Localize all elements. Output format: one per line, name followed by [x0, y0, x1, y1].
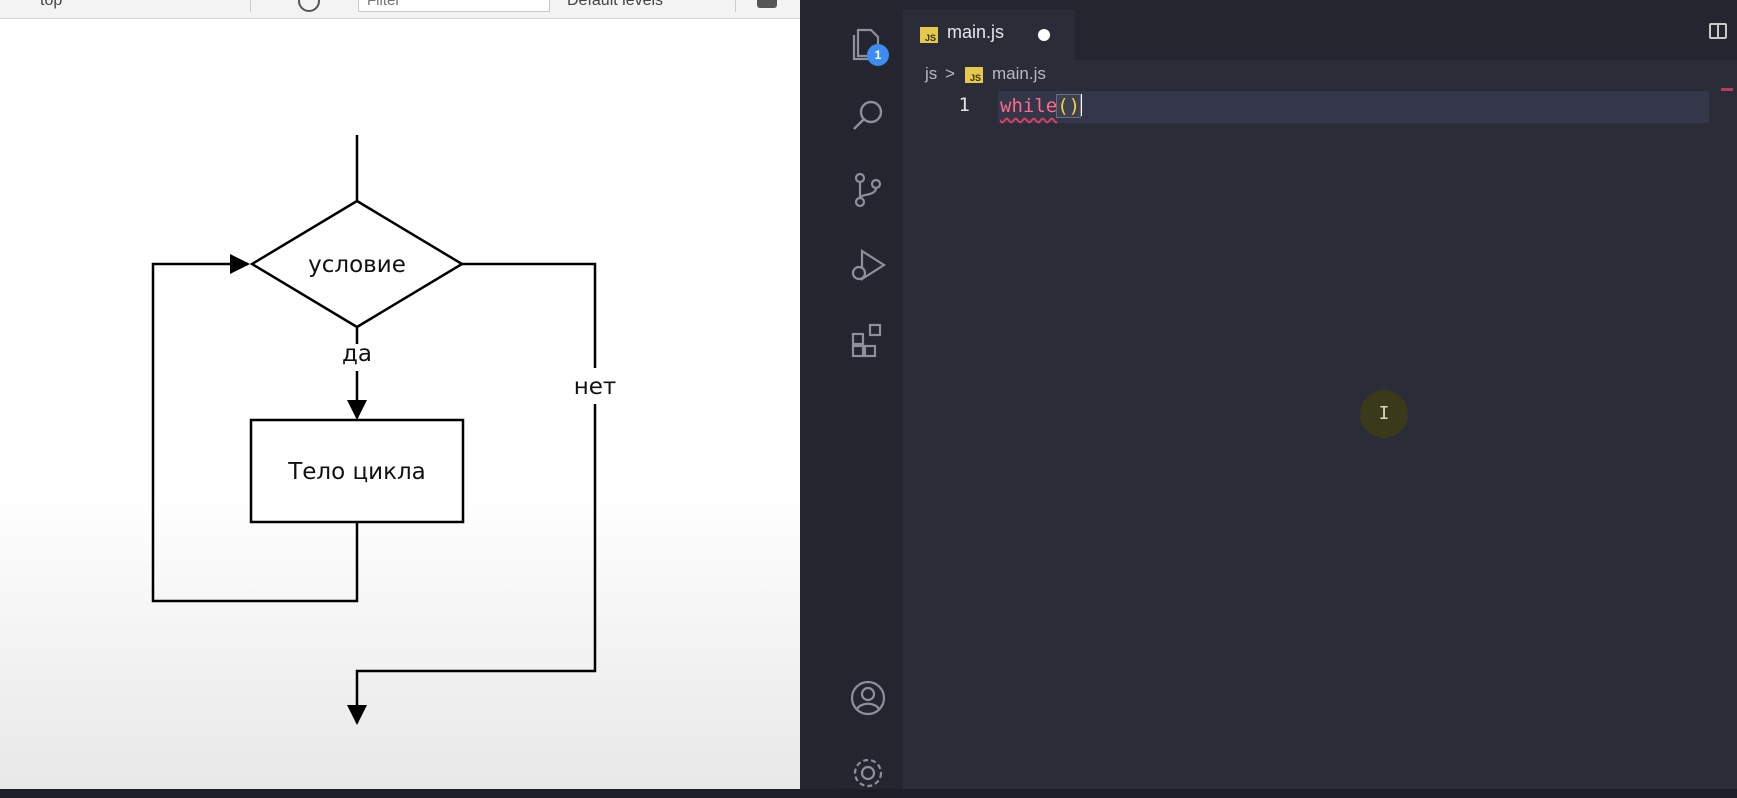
mouse-cursor-highlight: I [1360, 390, 1408, 438]
loop-body-label: Тело цикла [287, 459, 426, 485]
activity-bar: 1 [833, 0, 903, 789]
code-editor[interactable]: 1 while() I [903, 90, 1737, 789]
breadcrumb-folder[interactable]: js [925, 64, 937, 84]
source-control-icon[interactable] [848, 170, 888, 210]
js-file-icon: JS [920, 27, 938, 43]
breadcrumb-file[interactable]: main.js [992, 64, 1046, 84]
settings-gear-icon[interactable] [848, 753, 888, 793]
while-loop-flowchart: условие да нет Тело цикла [151, 135, 617, 725]
extensions-icon[interactable] [848, 320, 888, 360]
explorer-badge: 1 [867, 44, 889, 66]
code-line[interactable]: while() [1000, 94, 1083, 118]
window-splitter [800, 0, 833, 789]
breadcrumb-separator: > [945, 64, 955, 83]
split-editor-icon[interactable] [1709, 23, 1727, 39]
tab-label: main.js [947, 22, 1005, 42]
scrollbar-error-marker [1721, 88, 1733, 91]
tab-main-js[interactable]: JS main.js [903, 10, 1075, 60]
account-icon[interactable] [848, 678, 888, 718]
keyword-while: while [1000, 95, 1058, 117]
text-caret [1080, 94, 1083, 116]
no-label: нет [574, 374, 617, 400]
vscode-window: 1 JS main.js js > JS main.js 1 while() I [833, 0, 1737, 789]
unsaved-changes-dot-icon[interactable] [1038, 29, 1050, 41]
no-connector-top [462, 262, 597, 368]
current-line-highlight [998, 91, 1709, 123]
bracket-pair: () [1056, 94, 1082, 118]
editor-tab-strip: JS main.js [903, 0, 1737, 60]
js-file-icon: JS [965, 67, 983, 83]
search-icon[interactable] [848, 96, 888, 136]
yes-label: да [342, 341, 372, 367]
condition-label: условие [308, 252, 406, 278]
run-debug-icon[interactable] [848, 245, 888, 285]
browser-devtools-pane: top Default levels [0, 0, 800, 789]
line-number: 1 [958, 94, 970, 116]
